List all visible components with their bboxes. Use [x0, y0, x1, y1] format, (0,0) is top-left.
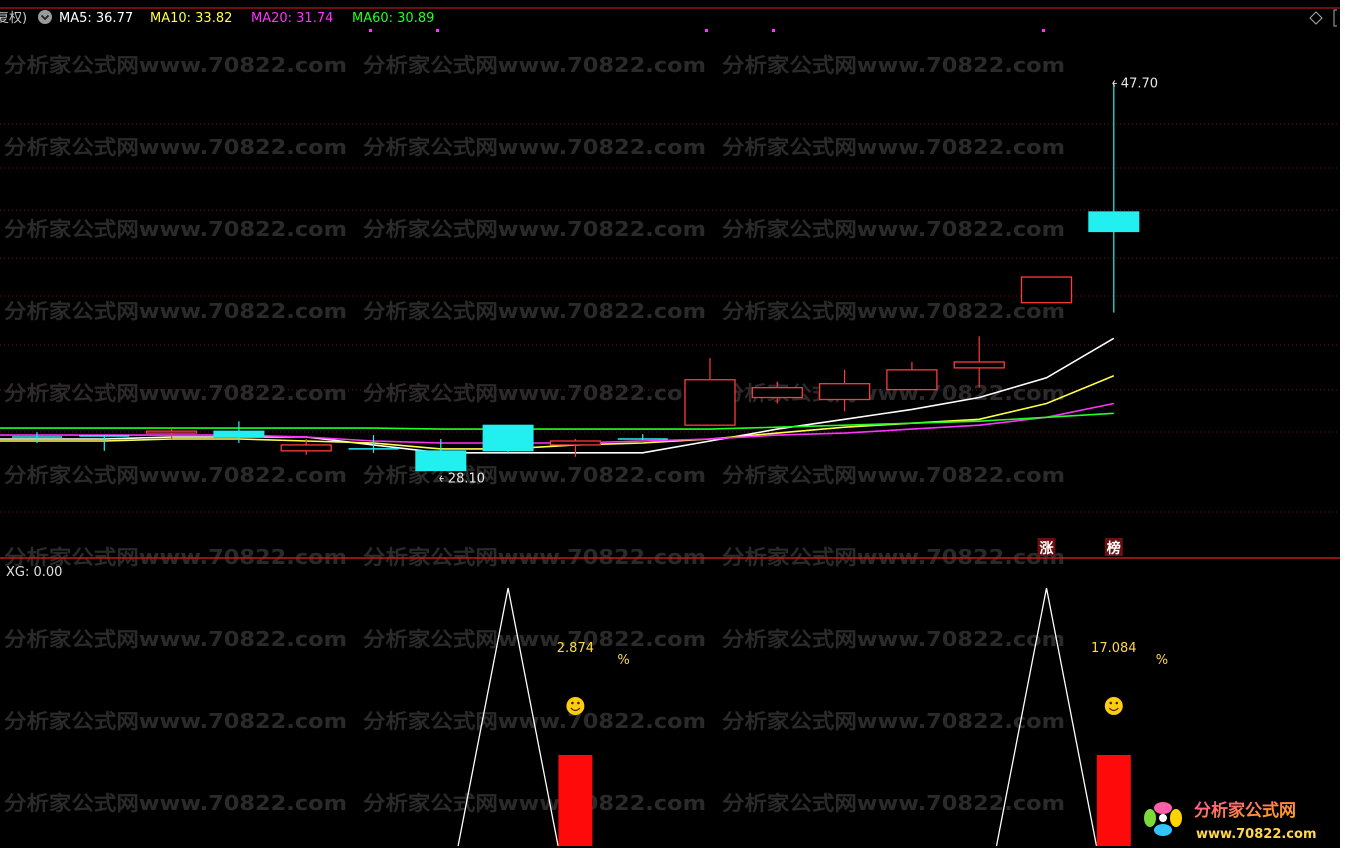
- candle-body: [751, 386, 803, 399]
- candle-body: [684, 379, 736, 426]
- signal-percent-value: 2.874: [557, 641, 594, 656]
- watermark-text: 分析家公式网www.70822.com: [4, 627, 347, 651]
- logo-title: 分析家公式网: [1194, 800, 1296, 821]
- watermark-text: 分析家公式网www.70822.com: [363, 463, 706, 487]
- right-scrollbar[interactable]: [1340, 0, 1345, 852]
- watermark-text: 分析家公式网www.70822.com: [722, 545, 1065, 569]
- watermark-text: 分析家公式网www.70822.com: [722, 627, 1065, 651]
- dropdown-icon[interactable]: [38, 10, 52, 24]
- candle-body: [482, 424, 534, 452]
- event-marker[interactable]: 涨: [1037, 538, 1056, 557]
- watermark-text: 分析家公式网www.70822.com: [4, 381, 347, 405]
- event-marker-text: 榜: [1107, 540, 1121, 557]
- candle-body: [1088, 211, 1140, 233]
- candle-body: [213, 430, 265, 438]
- candle-body: [953, 361, 1005, 369]
- signal-percent-value: 17.084: [1091, 641, 1137, 656]
- watermark-text: 分析家公式网www.70822.com: [4, 299, 347, 323]
- event-marker[interactable]: 榜: [1104, 538, 1123, 557]
- candle-body: [886, 369, 938, 391]
- adjust-mode-label: 复权): [0, 10, 27, 26]
- watermark-text: 分析家公式网www.70822.com: [4, 53, 347, 77]
- watermark-text: 分析家公式网www.70822.com: [722, 53, 1065, 77]
- watermark-text: 分析家公式网www.70822.com: [722, 217, 1065, 241]
- candle-body: [145, 430, 198, 434]
- watermark-text: 分析家公式网www.70822.com: [363, 627, 706, 651]
- smiley-icon: [566, 697, 585, 715]
- candle-body: [415, 450, 467, 472]
- watermark-text: 分析家公式网www.70822.com: [722, 135, 1065, 159]
- indicator-label: XG: 0.00: [6, 565, 62, 580]
- watermark-text: 分析家公式网www.70822.com: [722, 791, 1065, 815]
- price-label: 47.70: [1121, 76, 1158, 91]
- candle-body: [818, 383, 871, 401]
- event-marker-text: 涨: [1040, 541, 1054, 557]
- candle-body: [1020, 276, 1073, 304]
- watermark-text: 分析家公式网www.70822.com: [363, 381, 706, 405]
- signal-bar: [1096, 755, 1131, 846]
- watermark-text: 分析家公式网www.70822.com: [722, 463, 1065, 487]
- signal-bar: [558, 755, 593, 846]
- candle: [1020, 276, 1073, 304]
- watermark-text: 分析家公式网www.70822.com: [722, 709, 1065, 733]
- watermark-text: 分析家公式网www.70822.com: [4, 463, 347, 487]
- candle-body: [280, 444, 332, 452]
- watermark-text: 分析家公式网www.70822.com: [4, 709, 347, 733]
- ma-legend-ma5: MA5: 36.77: [59, 11, 133, 26]
- stock-chart: 分析家公式网www.70822.com 分析家公式网www.70822.com 分析…: [0, 0, 1345, 852]
- signal-percent-unit: %: [617, 653, 629, 668]
- watermark-text: 分析家公式网www.70822.com: [722, 299, 1065, 323]
- site-logo: 分析家公式网 www.70822.com: [1134, 794, 1340, 848]
- ma-legend-ma20: MA20: 31.74: [251, 11, 333, 26]
- watermark-text: 分析家公式网www.70822.com: [363, 53, 706, 77]
- watermark-text: 分析家公式网www.70822.com: [363, 791, 706, 815]
- watermark-text: 分析家公式网www.70822.com: [4, 135, 347, 159]
- watermark-text: 分析家公式网www.70822.com: [363, 545, 706, 569]
- ma-legend-ma60: MA60: 30.89: [352, 11, 434, 26]
- watermark-text: 分析家公式网www.70822.com: [363, 299, 706, 323]
- signal-percent-unit: %: [1156, 653, 1168, 668]
- logo-url: www.70822.com: [1196, 827, 1317, 842]
- price-label: 28.10: [448, 472, 485, 487]
- watermark-text: 分析家公式网www.70822.com: [363, 135, 706, 159]
- candle: [482, 424, 534, 453]
- watermark-text: 分析家公式网www.70822.com: [4, 217, 347, 241]
- watermark-text: 分析家公式网www.70822.com: [4, 791, 347, 815]
- ma-legend-ma10: MA10: 33.82: [150, 11, 232, 26]
- watermark-text: 分析家公式网www.70822.com: [363, 217, 706, 241]
- candle-body: [549, 440, 602, 446]
- smiley-icon: [1104, 697, 1123, 715]
